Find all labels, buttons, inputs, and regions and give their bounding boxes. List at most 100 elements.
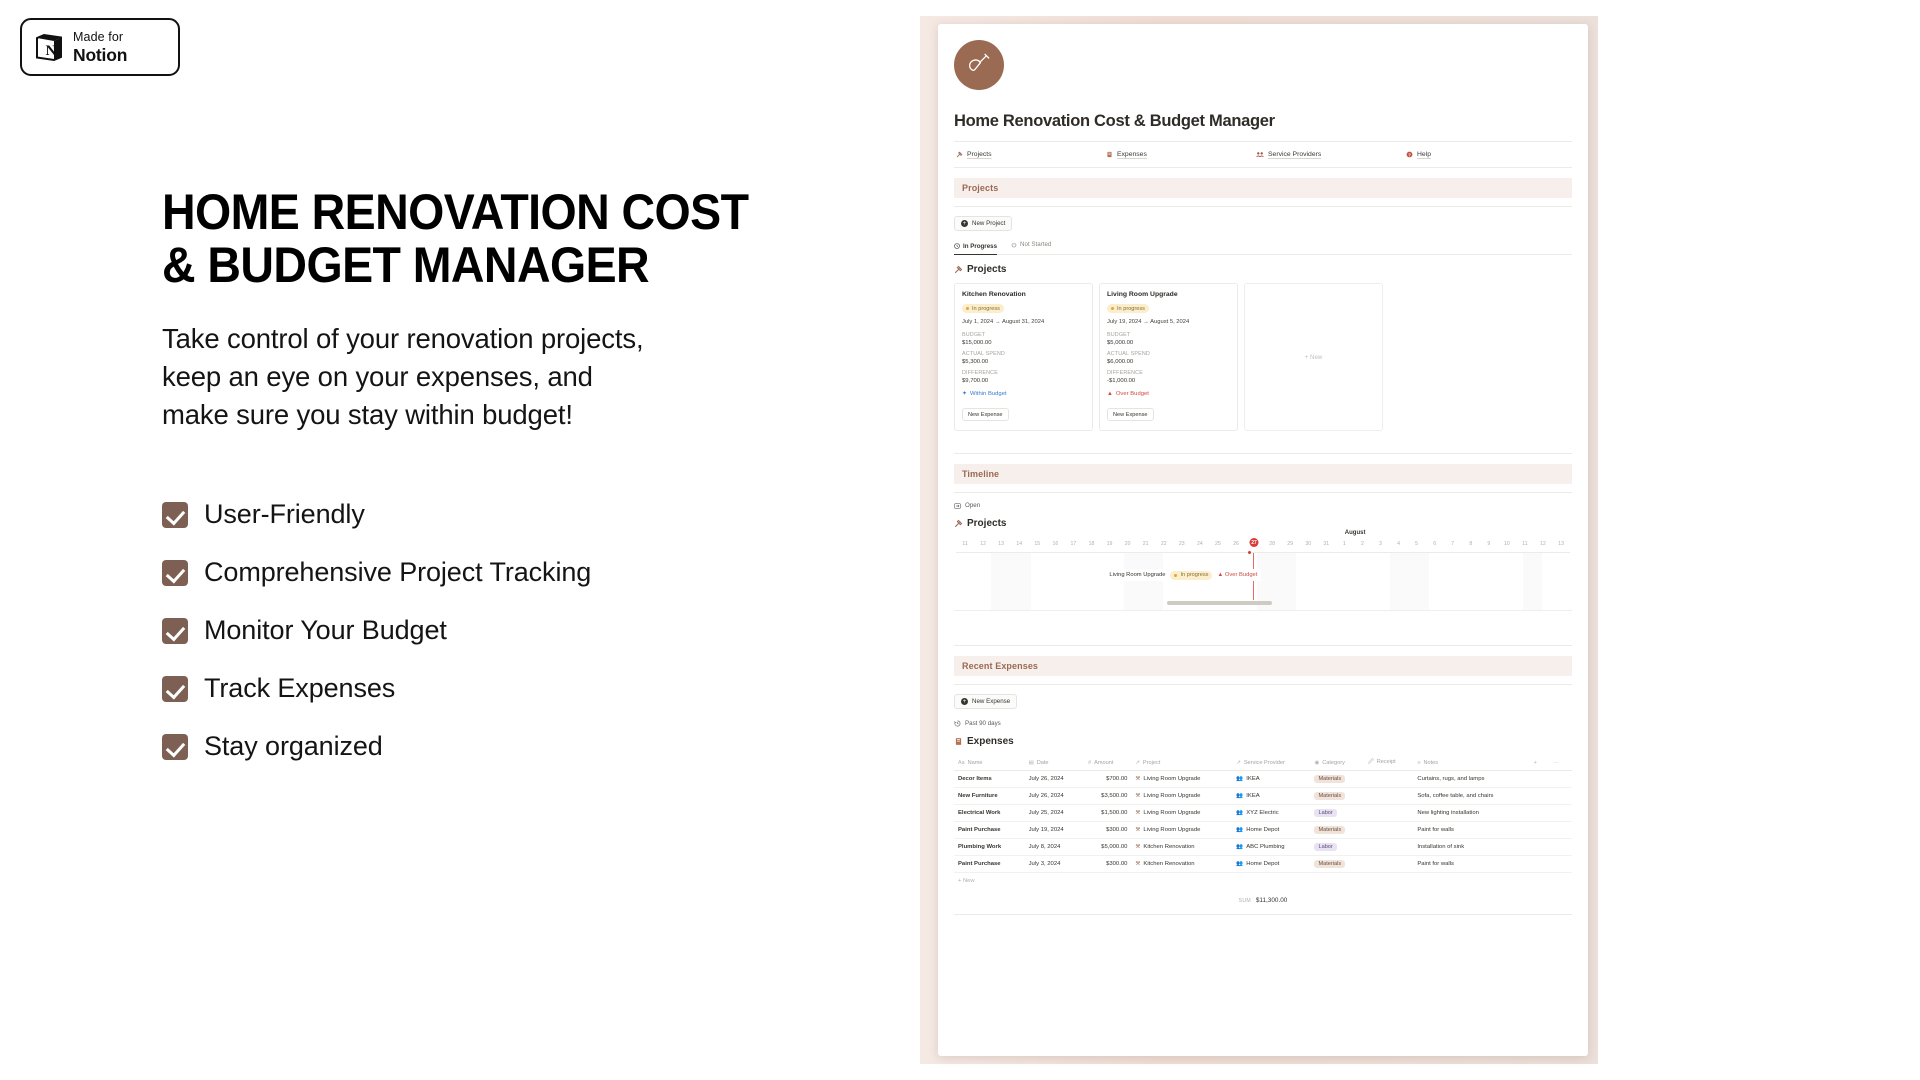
add-column-button[interactable]: + [1529, 755, 1550, 771]
cell-receipt[interactable] [1363, 804, 1414, 822]
column-header-notes[interactable]: ≡ Notes [1413, 755, 1530, 771]
date-filter-label: Past 90 days [965, 720, 1001, 727]
timeline-day-label: 9 [1487, 541, 1491, 547]
cell-project[interactable]: ⚒ Living Room Upgrade [1131, 804, 1233, 822]
project-card[interactable]: Kitchen Renovation In progress July 1, 2… [954, 283, 1093, 431]
column-header-service-provider[interactable]: ↗ Service Provider [1232, 755, 1311, 771]
column-header-name[interactable]: Aa Name [954, 755, 1025, 771]
nav-item-help[interactable]: ? Help [1406, 151, 1431, 158]
timeline-day-label: 12 [980, 541, 986, 547]
page-title: HOME RENOVATION COST & BUDGET MANAGER [162, 184, 749, 293]
svg-text:N: N [46, 43, 57, 59]
cell-service-provider[interactable]: 👥 ABC Plumbing [1232, 838, 1311, 856]
feature-label: Stay organized [204, 731, 383, 762]
timeline-day-label: 19 [1106, 541, 1113, 547]
column-header-date[interactable]: ▤ Date [1024, 755, 1085, 771]
nav-item-projects[interactable]: Projects [956, 151, 1106, 158]
project-date-range: July 19, 2024 → August 5, 2024 [1107, 319, 1190, 325]
column-header-receipt[interactable]: 🖉 Receipt [1363, 755, 1414, 771]
column-header-project[interactable]: ↗ Project [1131, 755, 1233, 771]
budget-field-label: BUDGET [962, 332, 986, 338]
cell-notes: Paint for walls [1413, 821, 1530, 839]
new-project-card[interactable]: + New [1244, 283, 1383, 431]
timeline-day-label: 5 [1415, 541, 1419, 547]
tab-label: In Progress [963, 242, 998, 250]
feature-label: User-Friendly [204, 499, 365, 530]
timeline-day-label: 30 [1305, 541, 1312, 547]
timeline-day-label: 22 [1160, 541, 1167, 547]
checkbox-checked-icon [162, 617, 188, 644]
cell-receipt[interactable] [1363, 838, 1414, 856]
table-row[interactable]: Paint Purchase July 3, 2024 $300.00 ⚒ Kitche… [954, 855, 1572, 873]
cell-service-provider[interactable]: 👥 Home Depot [1232, 855, 1311, 873]
people-icon: 👥 [1236, 844, 1244, 850]
cell-service-provider[interactable]: 👥 XYZ Electric [1232, 804, 1311, 822]
column-header-amount[interactable]: # Amount [1084, 755, 1132, 771]
cell-receipt[interactable] [1363, 787, 1414, 805]
feature-list: User-Friendly Comprehensive Project Trac… [162, 486, 882, 776]
project-card[interactable]: Living Room Upgrade In progress July 19,… [1099, 283, 1238, 431]
new-expense-button[interactable]: New Expense [962, 408, 1009, 421]
section-header-timeline: Timeline [954, 464, 1572, 484]
cell-spacer [1529, 787, 1550, 805]
calendar-icon: ▤ [1028, 759, 1034, 766]
ellipsis-icon: ··· [1553, 759, 1559, 766]
date-filter[interactable]: Past 90 days [954, 720, 1572, 727]
table-row[interactable]: New Furniture July 26, 2024 $3,500.00 ⚒ Livi… [954, 787, 1572, 805]
cell-date: July 25, 2024 [1024, 804, 1085, 822]
hammer-icon: ⚒ [1135, 861, 1141, 867]
column-label: Service Provider [1243, 759, 1285, 766]
people-icon [1256, 151, 1264, 158]
new-project-button[interactable]: + New Project [954, 216, 1013, 231]
timeline-event-chip[interactable]: Living Room Upgrade In progress ▲ Over B… [1105, 569, 1262, 581]
cell-project[interactable]: ⚒ Living Room Upgrade [1131, 787, 1233, 805]
cell-receipt[interactable] [1363, 770, 1414, 788]
timeline-day-label: 16 [1052, 541, 1059, 547]
category-badge: Materials [1314, 792, 1346, 800]
tab-not-started[interactable]: Not Started [1011, 241, 1051, 251]
text-multiline-icon: ≡ [1417, 759, 1421, 766]
nav-item-service-providers[interactable]: Service Providers [1256, 151, 1406, 158]
cell-name: Paint Purchase [954, 821, 1025, 839]
timeline-bar[interactable] [1167, 601, 1273, 605]
cell-amount: $3,500.00 [1084, 787, 1132, 805]
cell-project[interactable]: ⚒ Kitchen Renovation [1131, 838, 1233, 856]
table-options-button[interactable]: ··· [1549, 755, 1572, 771]
cell-service-provider[interactable]: 👥 Home Depot [1232, 821, 1311, 839]
notion-app-window: Home Renovation Cost & Budget Manager Pr… [938, 24, 1588, 1056]
cell-service-provider[interactable]: 👥 IKEA [1232, 770, 1311, 788]
table-row[interactable]: Electrical Work July 25, 2024 $1,500.00 ⚒ Li… [954, 804, 1572, 822]
status-badge-label: In progress [972, 305, 1000, 312]
project-card-gallery: Kitchen Renovation In progress July 1, 2… [954, 283, 1572, 431]
cell-service-provider[interactable]: 👥 IKEA [1232, 787, 1311, 805]
section-header-recent-expenses: Recent Expenses [954, 656, 1572, 676]
table-row[interactable]: Plumbing Work July 8, 2024 $5,000.00 ⚒ Kitch… [954, 838, 1572, 856]
tab-in-progress[interactable]: In Progress [954, 241, 998, 255]
timeline-day-label: 21 [1142, 541, 1149, 547]
cell-project[interactable]: ⚒ Kitchen Renovation [1131, 855, 1233, 873]
timeline-day-label: 28 [1269, 541, 1275, 547]
cell-notes: Curtains, rugs, and lamps [1413, 770, 1530, 788]
table-row[interactable]: Decor Items July 26, 2024 $700.00 ⚒ Living R… [954, 770, 1572, 788]
new-expense-row-button[interactable]: + New [954, 873, 1572, 889]
timeline-day-label: 8 [1469, 541, 1473, 547]
timeline-date-axis: 11 12 13 14 15 16 17 18 19 20 21 22 23 24 25 26 27 28 29 3… [954, 538, 1572, 547]
nav-item-expenses[interactable]: Expenses [1106, 151, 1256, 158]
power-icon [1011, 242, 1017, 248]
database-title-projects: Projects [954, 264, 1572, 275]
new-expense-button[interactable]: + New Expense [954, 694, 1018, 709]
status-badge: In progress [1170, 570, 1213, 580]
column-header-category[interactable]: ◉ Category [1310, 755, 1364, 771]
open-timeline-button[interactable]: Open [954, 502, 1572, 509]
new-expense-button[interactable]: New Expense [1107, 408, 1154, 421]
cell-receipt[interactable] [1363, 821, 1414, 839]
table-row[interactable]: Paint Purchase July 19, 2024 $300.00 ⚒ Livin… [954, 821, 1572, 839]
cell-project[interactable]: ⚒ Living Room Upgrade [1131, 770, 1233, 788]
cell-receipt[interactable] [1363, 855, 1414, 873]
timeline-today-label: 27 [1245, 538, 1263, 547]
cell-project[interactable]: ⚒ Living Room Upgrade [1131, 821, 1233, 839]
people-icon: 👥 [1236, 793, 1244, 799]
app-screenshot-frame: Home Renovation Cost & Budget Manager Pr… [920, 16, 1598, 1064]
timeline-weekend-column [1409, 553, 1430, 610]
checkbox-checked-icon [162, 675, 188, 702]
